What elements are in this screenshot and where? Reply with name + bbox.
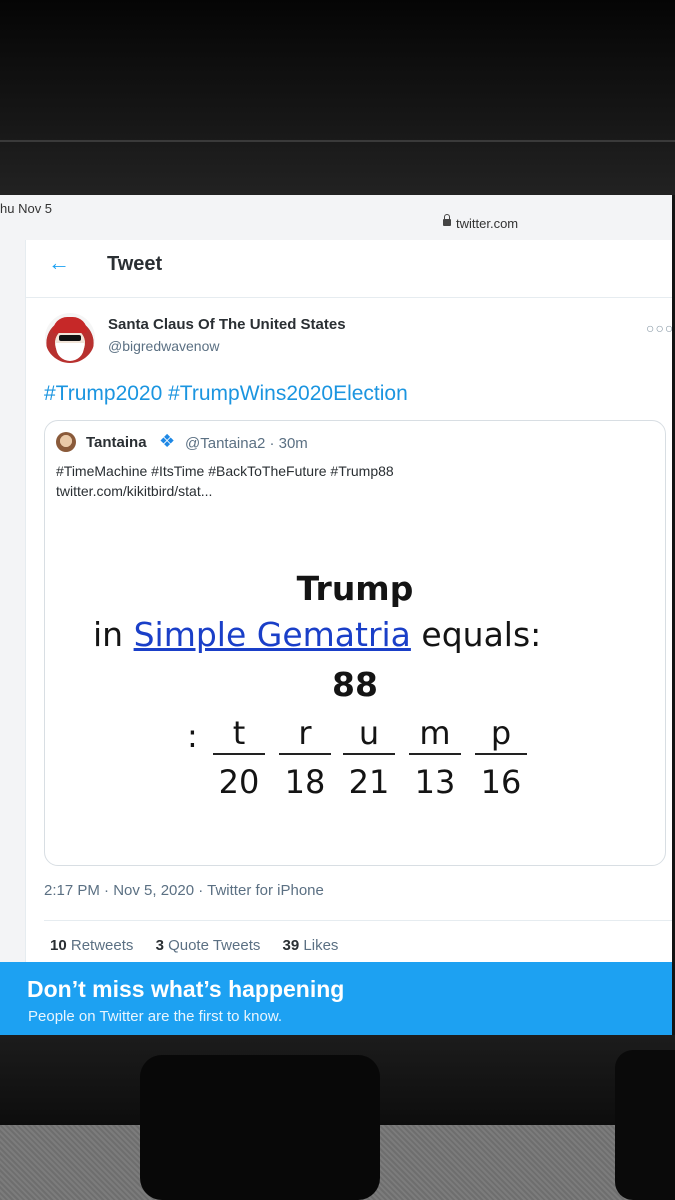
- gematria-prefix: in: [93, 615, 124, 654]
- header-divider: [26, 297, 672, 298]
- banner-subtitle: People on Twitter are the first to know.: [28, 1008, 283, 1025]
- back-arrow-icon[interactable]: ←: [48, 252, 70, 274]
- gematria-letter-column: p 16: [475, 713, 527, 801]
- gematria-line: in Simple Gematria equals:: [93, 615, 541, 654]
- gematria-number: 16: [480, 763, 522, 801]
- page-title: Tweet: [107, 253, 163, 275]
- gematria-letter-column: r 18: [279, 713, 331, 801]
- quote-hashtags: #TimeMachine #ItsTime #BackToTheFuture #…: [56, 463, 394, 479]
- gematria-letter: u: [343, 713, 395, 755]
- stats-divider: [44, 920, 672, 921]
- gematria-letter-column: m 13: [409, 713, 461, 801]
- quote-link[interactable]: twitter.com/kikitbird/stat...: [56, 481, 394, 501]
- tweet-page: ← Tweet Santa Claus Of The United States…: [25, 240, 672, 1035]
- author-handle[interactable]: @bigredwavenow: [108, 338, 220, 354]
- device-edge: [0, 140, 675, 142]
- tweet-stats: 10 Retweets 3 Quote Tweets 39 Likes: [50, 937, 338, 954]
- gematria-colon: :: [187, 717, 198, 755]
- quote-tweets-stat[interactable]: 3 Quote Tweets: [156, 937, 261, 954]
- avatar-glasses: [59, 335, 81, 341]
- banner-title: Don’t miss what’s happening: [27, 976, 345, 1002]
- url-bar[interactable]: twitter.com: [456, 216, 518, 231]
- gematria-letter: r: [279, 713, 331, 755]
- device-stand-right: [615, 1050, 675, 1200]
- gematria-number: 13: [414, 763, 456, 801]
- browser-screen: hu Nov 5 twitter.com ← Tweet Santa Claus…: [0, 195, 672, 1035]
- gematria-link: Simple Gematria: [133, 615, 411, 654]
- gematria-total: 88: [332, 665, 378, 704]
- device-bezel-top: [0, 0, 675, 195]
- quote-author-meta: @Tantaina2 · 30m: [185, 435, 308, 452]
- gematria-title: Trump: [296, 569, 414, 608]
- gematria-letter: p: [475, 713, 527, 755]
- lock-icon: [443, 214, 451, 226]
- gematria-letter: m: [409, 713, 461, 755]
- quote-text: #TimeMachine #ItsTime #BackToTheFuture #…: [56, 461, 394, 501]
- gematria-suffix: equals:: [421, 615, 542, 654]
- gematria-letter-column: t 20: [213, 713, 265, 801]
- signup-banner[interactable]: Don’t miss what’s happening People on Tw…: [0, 962, 672, 1035]
- quote-avatar: [56, 432, 76, 452]
- gematria-letter: t: [213, 713, 265, 755]
- likes-stat[interactable]: 39 Likes: [283, 937, 339, 954]
- tweet-text[interactable]: #Trump2020 #TrumpWins2020Election: [44, 382, 408, 406]
- gematria-number: 18: [284, 763, 326, 801]
- avatar-hat: [53, 317, 87, 333]
- gematria-number: 21: [348, 763, 390, 801]
- avatar-beard: [56, 343, 84, 361]
- status-date: hu Nov 5: [0, 201, 53, 216]
- tweet-timestamp[interactable]: 2:17 PM · Nov 5, 2020 · Twitter for iPho…: [44, 882, 324, 899]
- author-name[interactable]: Santa Claus Of The United States: [108, 316, 346, 333]
- retweets-stat[interactable]: 10 Retweets: [50, 937, 133, 954]
- butterfly-icon: ❖: [159, 431, 176, 451]
- gematria-letter-column: u 21: [343, 713, 395, 801]
- quote-author-name: Tantaina: [86, 434, 147, 451]
- quote-tweet-card[interactable]: Tantaina ❖ @Tantaina2 · 30m #TimeMachine…: [44, 420, 666, 866]
- device-stand: [140, 1055, 380, 1200]
- more-icon[interactable]: ○○○: [646, 320, 672, 336]
- gematria-number: 20: [218, 763, 260, 801]
- avatar[interactable]: [45, 313, 95, 363]
